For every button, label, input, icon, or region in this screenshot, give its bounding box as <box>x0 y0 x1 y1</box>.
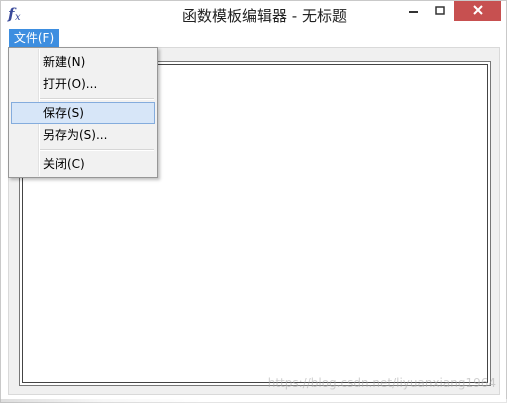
file-dropdown-menu: 新建(N) 打开(O)... 保存(S) 另存为(S)... 关闭(C) <box>8 47 158 178</box>
menu-item-label: 另存为(S)... <box>43 128 108 142</box>
watermark-text: https://blog.csdn.net/liyuanxiang1964 <box>267 376 496 390</box>
menu-item-label: 新建(N) <box>43 55 86 69</box>
menu-item-label: 保存(S) <box>43 106 84 120</box>
menu-item-label: 关闭(C) <box>43 157 85 171</box>
app-window: f x 函数模板编辑器 - 无标题 文件(F) 新建(N) 打开(O)... 保… <box>0 0 507 403</box>
menu-item-open[interactable]: 打开(O)... <box>11 73 155 95</box>
menu-separator <box>40 98 154 100</box>
menu-item-save[interactable]: 保存(S) <box>11 102 155 124</box>
maximize-button[interactable] <box>429 1 451 22</box>
menu-item-close[interactable]: 关闭(C) <box>11 153 155 175</box>
menu-bar: 文件(F) <box>1 28 506 47</box>
close-button[interactable] <box>454 1 501 21</box>
maximize-icon <box>435 5 445 19</box>
minimize-button[interactable] <box>403 1 425 22</box>
title-bar[interactable]: f x 函数模板编辑器 - 无标题 <box>1 1 506 28</box>
minimize-icon <box>409 5 419 19</box>
menu-item-new[interactable]: 新建(N) <box>11 51 155 73</box>
taskbar-edge <box>0 399 507 403</box>
menu-file[interactable]: 文件(F) <box>9 29 59 47</box>
menu-separator <box>40 149 154 151</box>
close-icon <box>472 4 484 19</box>
menu-item-save-as[interactable]: 另存为(S)... <box>11 124 155 146</box>
menu-item-label: 打开(O)... <box>43 77 98 91</box>
